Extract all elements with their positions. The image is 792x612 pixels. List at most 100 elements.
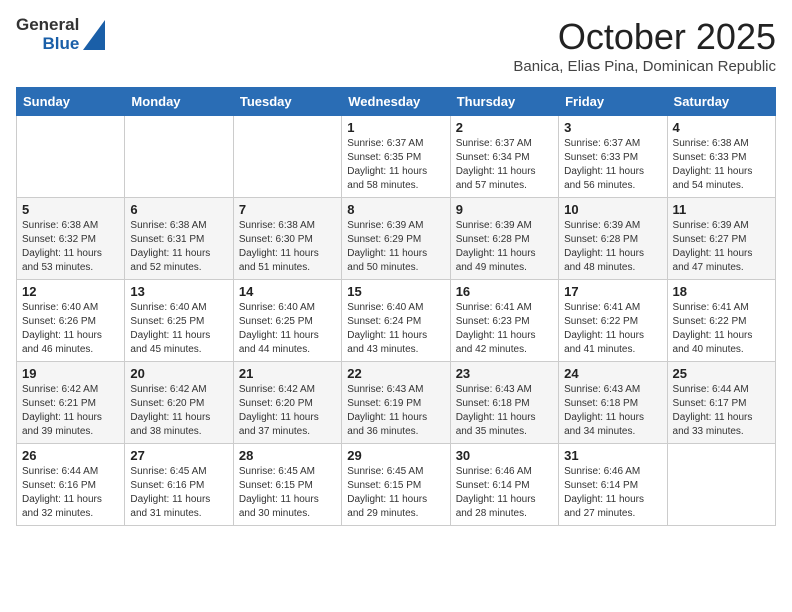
calendar-cell: 21 Sunrise: 6:42 AMSunset: 6:20 PMDayligh… bbox=[233, 362, 341, 444]
day-number: 7 bbox=[239, 202, 336, 217]
calendar-cell: 17Sunrise: 6:41 AMSunset: 6:22 PMDayligh… bbox=[559, 280, 667, 362]
day-number: 4 bbox=[673, 120, 770, 135]
day-number: 31 bbox=[564, 448, 661, 463]
day-info: Sunrise: 6:45 AMSunset: 6:15 PMDaylight:… bbox=[239, 465, 336, 521]
calendar-cell: 26Sunrise: 6:44 AMSunset: 6:16 PMDayligh… bbox=[17, 444, 125, 526]
week-row-4: 19 Sunrise: 6:42 AMSunset: 6:21 PMDayligh… bbox=[17, 362, 776, 444]
day-info: Sunrise: 6:37 AMSunset: 6:33 PMDaylight:… bbox=[564, 137, 661, 193]
logo: General Blue bbox=[16, 16, 105, 53]
calendar-cell: 6Sunrise: 6:38 AMSunset: 6:31 PMDaylight… bbox=[125, 198, 233, 280]
day-info: Sunrise: 6:43 AMSunset: 6:19 PMDaylight:… bbox=[347, 383, 444, 439]
calendar-cell: 1 Sunrise: 6:37 AMSunset: 6:35 PMDaylight… bbox=[342, 116, 450, 198]
day-number: 13 bbox=[130, 284, 227, 299]
weekday-header-monday: Monday bbox=[125, 88, 233, 116]
day-info: Sunrise: 6:37 AMSunset: 6:35 PMDaylight:… bbox=[347, 137, 444, 193]
calendar-table: SundayMondayTuesdayWednesdayThursdayFrid… bbox=[16, 87, 776, 526]
day-number: 3 bbox=[564, 120, 661, 135]
day-number: 2 bbox=[456, 120, 553, 135]
day-number: 22 bbox=[347, 366, 444, 381]
calendar-cell: 2 Sunrise: 6:37 AMSunset: 6:34 PMDaylight… bbox=[450, 116, 558, 198]
day-info: Sunrise: 6:40 AMSunset: 6:25 PMDaylight:… bbox=[130, 301, 227, 357]
logo-triangle-icon bbox=[83, 20, 105, 50]
day-info: Sunrise: 6:37 AMSunset: 6:34 PMDaylight:… bbox=[456, 137, 553, 193]
day-number: 30 bbox=[456, 448, 553, 463]
calendar-cell: 13 Sunrise: 6:40 AMSunset: 6:25 PMDayligh… bbox=[125, 280, 233, 362]
calendar-cell: 11Sunrise: 6:39 AMSunset: 6:27 PMDayligh… bbox=[667, 198, 775, 280]
day-info: Sunrise: 6:45 AMSunset: 6:15 PMDaylight:… bbox=[347, 465, 444, 521]
day-number: 18 bbox=[673, 284, 770, 299]
week-row-1: 1 Sunrise: 6:37 AMSunset: 6:35 PMDaylight… bbox=[17, 116, 776, 198]
calendar-cell: 23 Sunrise: 6:43 AMSunset: 6:18 PMDayligh… bbox=[450, 362, 558, 444]
day-number: 23 bbox=[456, 366, 553, 381]
calendar-cell: 12 Sunrise: 6:40 AMSunset: 6:26 PMDayligh… bbox=[17, 280, 125, 362]
weekday-header-wednesday: Wednesday bbox=[342, 88, 450, 116]
week-row-2: 5 Sunrise: 6:38 AMSunset: 6:32 PMDaylight… bbox=[17, 198, 776, 280]
day-number: 11 bbox=[673, 202, 770, 217]
calendar-header-row: SundayMondayTuesdayWednesdayThursdayFrid… bbox=[17, 88, 776, 116]
calendar-cell: 22 Sunrise: 6:43 AMSunset: 6:19 PMDayligh… bbox=[342, 362, 450, 444]
day-number: 21 bbox=[239, 366, 336, 381]
day-number: 8 bbox=[347, 202, 444, 217]
day-info: Sunrise: 6:42 AMSunset: 6:21 PMDaylight:… bbox=[22, 383, 119, 439]
calendar-cell: 31 Sunrise: 6:46 AMSunset: 6:14 PMDayligh… bbox=[559, 444, 667, 526]
day-number: 27 bbox=[130, 448, 227, 463]
logo-general-text: General bbox=[16, 16, 79, 35]
weekday-header-friday: Friday bbox=[559, 88, 667, 116]
day-info: Sunrise: 6:46 AMSunset: 6:14 PMDaylight:… bbox=[456, 465, 553, 521]
calendar-cell: 5 Sunrise: 6:38 AMSunset: 6:32 PMDaylight… bbox=[17, 198, 125, 280]
calendar-cell: 25Sunrise: 6:44 AMSunset: 6:17 PMDayligh… bbox=[667, 362, 775, 444]
calendar-cell: 24Sunrise: 6:43 AMSunset: 6:18 PMDayligh… bbox=[559, 362, 667, 444]
calendar-cell: 16Sunrise: 6:41 AMSunset: 6:23 PMDayligh… bbox=[450, 280, 558, 362]
day-number: 16 bbox=[456, 284, 553, 299]
calendar-cell: 20 Sunrise: 6:42 AMSunset: 6:20 PMDayligh… bbox=[125, 362, 233, 444]
day-number: 19 bbox=[22, 366, 119, 381]
day-number: 9 bbox=[456, 202, 553, 217]
title-block: October 2025 Banica, Elias Pina, Dominic… bbox=[513, 16, 776, 75]
day-info: Sunrise: 6:43 AMSunset: 6:18 PMDaylight:… bbox=[456, 383, 553, 439]
day-info: Sunrise: 6:38 AMSunset: 6:32 PMDaylight:… bbox=[22, 219, 119, 275]
day-info: Sunrise: 6:39 AMSunset: 6:28 PMDaylight:… bbox=[564, 219, 661, 275]
day-info: Sunrise: 6:38 AMSunset: 6:30 PMDaylight:… bbox=[239, 219, 336, 275]
calendar-cell: 10 Sunrise: 6:39 AMSunset: 6:28 PMDayligh… bbox=[559, 198, 667, 280]
day-info: Sunrise: 6:40 AMSunset: 6:24 PMDaylight:… bbox=[347, 301, 444, 357]
calendar-cell: 27 Sunrise: 6:45 AMSunset: 6:16 PMDayligh… bbox=[125, 444, 233, 526]
calendar-cell: 7 Sunrise: 6:38 AMSunset: 6:30 PMDaylight… bbox=[233, 198, 341, 280]
week-row-3: 12 Sunrise: 6:40 AMSunset: 6:26 PMDayligh… bbox=[17, 280, 776, 362]
weekday-header-saturday: Saturday bbox=[667, 88, 775, 116]
day-number: 12 bbox=[22, 284, 119, 299]
day-number: 10 bbox=[564, 202, 661, 217]
day-info: Sunrise: 6:39 AMSunset: 6:29 PMDaylight:… bbox=[347, 219, 444, 275]
day-number: 17 bbox=[564, 284, 661, 299]
day-info: Sunrise: 6:38 AMSunset: 6:33 PMDaylight:… bbox=[673, 137, 770, 193]
day-info: Sunrise: 6:40 AMSunset: 6:26 PMDaylight:… bbox=[22, 301, 119, 357]
calendar-cell: 3 Sunrise: 6:37 AMSunset: 6:33 PMDaylight… bbox=[559, 116, 667, 198]
calendar-cell: 28Sunrise: 6:45 AMSunset: 6:15 PMDayligh… bbox=[233, 444, 341, 526]
day-number: 24 bbox=[564, 366, 661, 381]
calendar-cell: 14Sunrise: 6:40 AMSunset: 6:25 PMDayligh… bbox=[233, 280, 341, 362]
month-title: October 2025 bbox=[513, 16, 776, 58]
day-number: 15 bbox=[347, 284, 444, 299]
calendar-cell: 30 Sunrise: 6:46 AMSunset: 6:14 PMDayligh… bbox=[450, 444, 558, 526]
calendar-cell: 9 Sunrise: 6:39 AMSunset: 6:28 PMDaylight… bbox=[450, 198, 558, 280]
calendar-cell bbox=[125, 116, 233, 198]
day-info: Sunrise: 6:42 AMSunset: 6:20 PMDaylight:… bbox=[130, 383, 227, 439]
day-info: Sunrise: 6:42 AMSunset: 6:20 PMDaylight:… bbox=[239, 383, 336, 439]
day-info: Sunrise: 6:39 AMSunset: 6:28 PMDaylight:… bbox=[456, 219, 553, 275]
day-info: Sunrise: 6:46 AMSunset: 6:14 PMDaylight:… bbox=[564, 465, 661, 521]
day-number: 29 bbox=[347, 448, 444, 463]
calendar-cell bbox=[667, 444, 775, 526]
day-number: 5 bbox=[22, 202, 119, 217]
location-subtitle: Banica, Elias Pina, Dominican Republic bbox=[513, 58, 776, 75]
day-info: Sunrise: 6:40 AMSunset: 6:25 PMDaylight:… bbox=[239, 301, 336, 357]
day-info: Sunrise: 6:41 AMSunset: 6:22 PMDaylight:… bbox=[673, 301, 770, 357]
weekday-header-sunday: Sunday bbox=[17, 88, 125, 116]
calendar-cell bbox=[17, 116, 125, 198]
week-row-5: 26Sunrise: 6:44 AMSunset: 6:16 PMDayligh… bbox=[17, 444, 776, 526]
day-info: Sunrise: 6:45 AMSunset: 6:16 PMDaylight:… bbox=[130, 465, 227, 521]
weekday-header-tuesday: Tuesday bbox=[233, 88, 341, 116]
day-number: 20 bbox=[130, 366, 227, 381]
day-number: 6 bbox=[130, 202, 227, 217]
calendar-cell: 29 Sunrise: 6:45 AMSunset: 6:15 PMDayligh… bbox=[342, 444, 450, 526]
calendar-cell: 4 Sunrise: 6:38 AMSunset: 6:33 PMDaylight… bbox=[667, 116, 775, 198]
day-number: 1 bbox=[347, 120, 444, 135]
